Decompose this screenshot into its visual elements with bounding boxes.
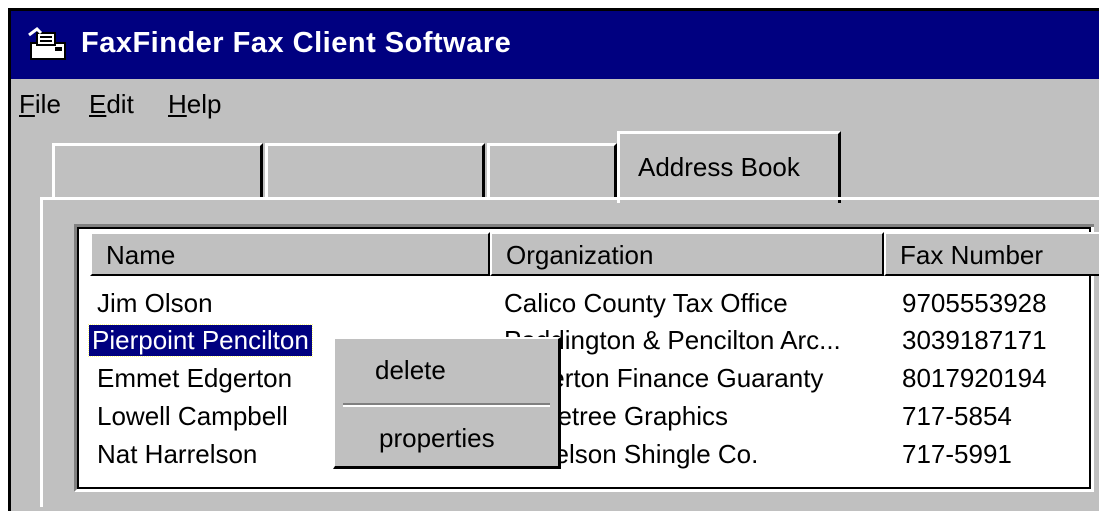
column-header-fax-number[interactable]: Fax Number <box>884 232 1099 276</box>
menu-help-label: elp <box>186 89 222 119</box>
menu-item-delete[interactable]: delete <box>375 355 446 386</box>
table-row[interactable]: Jim Olson Calico County Tax Office 97055… <box>77 285 1087 323</box>
cell-fax: 9705553928 <box>902 288 1047 318</box>
cell-name: Lowell Campbell <box>97 401 288 431</box>
cell-name: Nat Harrelson <box>97 439 258 469</box>
menu-help-mnemonic: H <box>168 89 187 119</box>
menu-file-label: ile <box>34 89 61 119</box>
column-header-name[interactable]: Name <box>90 232 490 276</box>
column-header-organization[interactable]: Organization <box>490 232 884 276</box>
window-title: FaxFinder Fax Client Software <box>81 27 512 59</box>
cell-name: Emmet Edgerton <box>97 363 293 393</box>
tab-address-book[interactable]: Address Book <box>617 131 841 203</box>
fax-machine-icon <box>28 27 66 60</box>
menu-file[interactable]: File <box>19 89 61 120</box>
cell-organization: Calico County Tax Office <box>504 288 788 318</box>
tab-address-book-label: Address Book <box>638 152 800 182</box>
address-book-list[interactable]: Name Organization Fax Number Jim Olson C… <box>74 224 1099 492</box>
cell-fax: 8017920194 <box>902 363 1047 393</box>
cell-fax: 717-5991 <box>902 439 1012 469</box>
tab-1[interactable] <box>52 143 263 199</box>
table-row[interactable]: Emmet Edgerton Edgerton Finance Guaranty… <box>77 360 1087 398</box>
context-menu: delete properties <box>333 337 561 469</box>
menu-edit-label: dit <box>106 89 134 119</box>
table-row[interactable]: Nat Harrelson Harrelson Shingle Co. 717-… <box>77 436 1087 474</box>
menu-edit[interactable]: Edit <box>89 89 134 120</box>
cell-fax: 717-5854 <box>902 401 1012 431</box>
cell-name: Pierpoint Pencilton <box>88 324 313 357</box>
tab-2[interactable] <box>265 143 485 199</box>
table-row[interactable]: Lowell Campbell Threetree Graphics 717-5… <box>77 398 1087 436</box>
cell-name: Jim Olson <box>97 288 213 318</box>
menu-help[interactable]: Help <box>168 89 221 120</box>
table-row-selected[interactable]: Pierpoint Pencilton Paddington & Pencilt… <box>77 322 1087 360</box>
menu-edit-mnemonic: E <box>89 89 107 119</box>
menu-bar: File Edit Help <box>11 79 1099 129</box>
menu-item-properties[interactable]: properties <box>379 423 495 454</box>
menu-separator <box>343 403 550 407</box>
menu-file-mnemonic: F <box>19 89 35 119</box>
list-header: Name Organization Fax Number <box>82 232 1099 276</box>
tab-3[interactable] <box>487 143 617 199</box>
cell-fax: 3039187171 <box>902 325 1047 355</box>
title-bar[interactable]: FaxFinder Fax Client Software <box>11 11 1099 79</box>
